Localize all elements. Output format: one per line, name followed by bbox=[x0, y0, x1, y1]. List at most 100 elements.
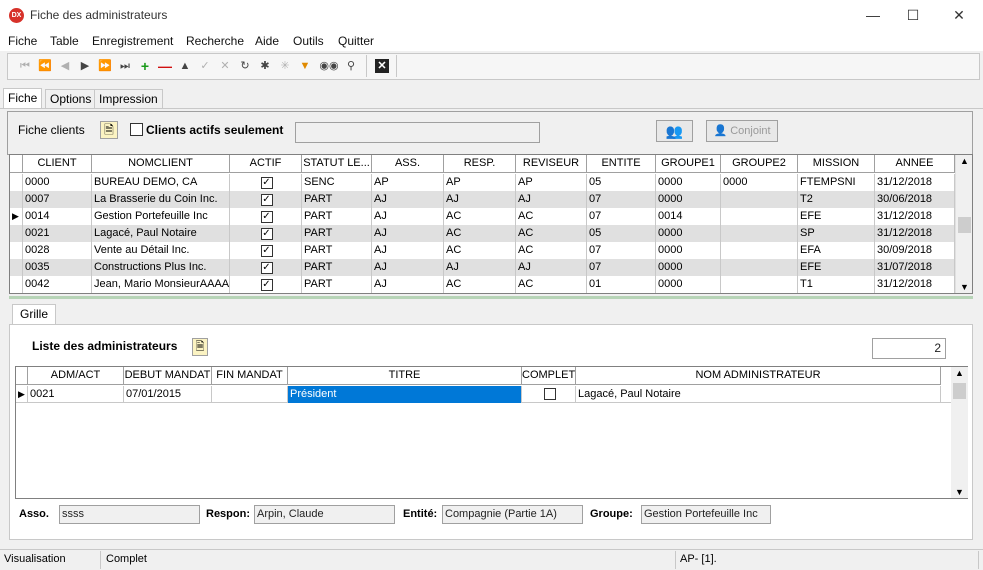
cell-annee[interactable]: 31/07/2018 bbox=[875, 259, 955, 276]
actif-checkbox[interactable]: ✓ bbox=[260, 211, 273, 223]
next-record-icon[interactable]: ▶ bbox=[76, 57, 94, 76]
scroll-down-icon[interactable]: ▼ bbox=[956, 282, 973, 292]
cell-annee[interactable]: 31/12/2018 bbox=[875, 276, 955, 293]
refresh-icon[interactable]: ↻ bbox=[236, 57, 254, 76]
col-header-ass[interactable]: ASS. bbox=[372, 155, 444, 173]
cell-client[interactable]: 0042 bbox=[23, 276, 92, 293]
cell-mission[interactable]: T1 bbox=[798, 276, 875, 293]
table-row[interactable]: ▶ 0021 07/01/2015 Président Lagacé, Paul Not… bbox=[16, 386, 951, 403]
cell-entite[interactable]: 01 bbox=[587, 276, 656, 293]
cell-resp[interactable]: AC bbox=[444, 225, 516, 242]
row-indicator[interactable] bbox=[10, 242, 23, 259]
cell-ass[interactable]: AJ bbox=[372, 191, 444, 208]
cell-groupe1[interactable]: 0014 bbox=[656, 208, 721, 225]
cell-entite[interactable]: 05 bbox=[587, 174, 656, 191]
row-indicator[interactable] bbox=[10, 259, 23, 276]
col-header-groupe2[interactable]: GROUPE2 bbox=[721, 155, 798, 173]
col-header-fin-mandat[interactable]: FIN MANDAT bbox=[212, 367, 288, 385]
cell-client[interactable]: 0035 bbox=[23, 259, 92, 276]
cell-statut[interactable]: PART bbox=[302, 208, 372, 225]
cell-reviseur[interactable]: AJ bbox=[516, 191, 587, 208]
clients-scrollbar[interactable]: ▲ ▼ bbox=[955, 155, 972, 293]
tab-impression[interactable]: Impression bbox=[94, 89, 163, 109]
cell-ass[interactable]: AJ bbox=[372, 225, 444, 242]
cell-annee[interactable]: 30/06/2018 bbox=[875, 191, 955, 208]
cell-groupe2[interactable] bbox=[721, 208, 798, 225]
col-header-mission[interactable]: MISSION bbox=[798, 155, 875, 173]
row-indicator[interactable]: ▶ bbox=[10, 208, 23, 225]
col-header-annee[interactable]: ANNEE bbox=[875, 155, 955, 173]
menu-enregistrement[interactable]: Enregistrement bbox=[92, 34, 173, 48]
cell-mission[interactable]: T2 bbox=[798, 191, 875, 208]
cell-reviseur[interactable]: AC bbox=[516, 276, 587, 293]
cell-mission[interactable]: EFE bbox=[798, 259, 875, 276]
cell-mission[interactable]: EFE bbox=[798, 208, 875, 225]
splitter[interactable] bbox=[9, 296, 973, 299]
add-icon[interactable]: + bbox=[136, 57, 154, 76]
cell-annee[interactable]: 31/12/2018 bbox=[875, 225, 955, 242]
scroll-thumb[interactable] bbox=[958, 217, 971, 233]
cell-groupe1[interactable]: 0000 bbox=[656, 174, 721, 191]
cell-actif[interactable]: ✓ bbox=[230, 191, 302, 208]
cell-adm-act[interactable]: 0021 bbox=[28, 386, 124, 403]
cell-ass[interactable]: AJ bbox=[372, 242, 444, 259]
table-row[interactable]: 0021 Lagacé, Paul Notaire ✓ PART AJ AC AC 05 000… bbox=[10, 225, 955, 242]
cell-resp[interactable]: AC bbox=[444, 208, 516, 225]
col-header-reviseur[interactable]: REVISEUR bbox=[516, 155, 587, 173]
cell-groupe1[interactable]: 0000 bbox=[656, 225, 721, 242]
cell-nomclient[interactable]: Vente au Détail Inc. bbox=[92, 242, 230, 259]
menu-outils[interactable]: Outils bbox=[293, 34, 324, 48]
cell-groupe1[interactable]: 0000 bbox=[656, 276, 721, 293]
active-clients-checkbox[interactable] bbox=[130, 123, 143, 136]
cell-complet[interactable] bbox=[522, 386, 576, 403]
cell-statut[interactable]: PART bbox=[302, 242, 372, 259]
cell-debut-mandat[interactable]: 07/01/2015 bbox=[124, 386, 212, 403]
col-header-nom-administrateur[interactable]: NOM ADMINISTRATEUR bbox=[576, 367, 941, 385]
cell-mission[interactable]: SP bbox=[798, 225, 875, 242]
menu-aide[interactable]: Aide bbox=[255, 34, 279, 48]
cell-actif[interactable]: ✓ bbox=[230, 276, 302, 293]
cell-statut[interactable]: PART bbox=[302, 276, 372, 293]
cell-annee[interactable]: 31/12/2018 bbox=[875, 174, 955, 191]
admin-scroll-up-icon[interactable]: ▲ bbox=[951, 368, 968, 378]
cell-groupe2[interactable] bbox=[721, 276, 798, 293]
asterisk-icon[interactable]: ✱ bbox=[256, 57, 274, 76]
table-row[interactable]: 0007 La Brasserie du Coin Inc. ✓ PART AJ AJ AJ… bbox=[10, 191, 955, 208]
cell-nom-administrateur[interactable]: Lagacé, Paul Notaire bbox=[576, 386, 941, 403]
actif-checkbox[interactable]: ✓ bbox=[260, 262, 273, 274]
menu-quitter[interactable]: Quitter bbox=[338, 34, 374, 48]
table-row[interactable]: 0042 Jean, Mario MonsieurAAAA ✓ PART AJ AC AC 0… bbox=[10, 276, 955, 293]
cell-actif[interactable]: ✓ bbox=[230, 208, 302, 225]
cell-mission[interactable]: EFA bbox=[798, 242, 875, 259]
row-indicator[interactable] bbox=[10, 191, 23, 208]
cell-groupe2[interactable] bbox=[721, 259, 798, 276]
col-header-adm-act[interactable]: ADM/ACT bbox=[28, 367, 124, 385]
cell-reviseur[interactable]: AC bbox=[516, 242, 587, 259]
cell-statut[interactable]: PART bbox=[302, 191, 372, 208]
last-page-icon[interactable]: ⏭ bbox=[116, 57, 134, 76]
tab-grille[interactable]: Grille bbox=[12, 304, 56, 325]
col-header-actif[interactable]: ACTIF bbox=[230, 155, 302, 173]
actif-checkbox[interactable]: ✓ bbox=[260, 177, 273, 189]
row-indicator[interactable] bbox=[10, 276, 23, 293]
admins-scrollbar[interactable]: ▲ ▼ bbox=[951, 367, 968, 498]
cell-entite[interactable]: 07 bbox=[587, 242, 656, 259]
cell-entite[interactable]: 07 bbox=[587, 191, 656, 208]
cell-mission[interactable]: FTEMPSNI bbox=[798, 174, 875, 191]
client-search-field[interactable] bbox=[295, 122, 540, 143]
admin-scroll-thumb[interactable] bbox=[953, 383, 966, 399]
col-header-debut-mandat[interactable]: DEBUT MANDAT bbox=[124, 367, 212, 385]
cell-statut[interactable]: PART bbox=[302, 225, 372, 242]
cell-actif[interactable]: ✓ bbox=[230, 225, 302, 242]
clear-filter-icon[interactable]: ✳ bbox=[276, 57, 294, 76]
confirm-icon[interactable]: ✓ bbox=[196, 57, 214, 76]
binoculars-icon[interactable]: ◉◉ bbox=[318, 57, 340, 76]
first-page-icon[interactable]: ⏮ bbox=[16, 57, 34, 76]
cell-reviseur[interactable]: AJ bbox=[516, 259, 587, 276]
tab-fiche[interactable]: Fiche bbox=[3, 88, 43, 109]
col-header-entite[interactable]: ENTITE bbox=[587, 155, 656, 173]
cell-annee[interactable]: 30/09/2018 bbox=[875, 242, 955, 259]
cell-nomclient[interactable]: Constructions Plus Inc. bbox=[92, 259, 230, 276]
cell-ass[interactable]: AP bbox=[372, 174, 444, 191]
delete-icon[interactable]: — bbox=[156, 57, 174, 76]
